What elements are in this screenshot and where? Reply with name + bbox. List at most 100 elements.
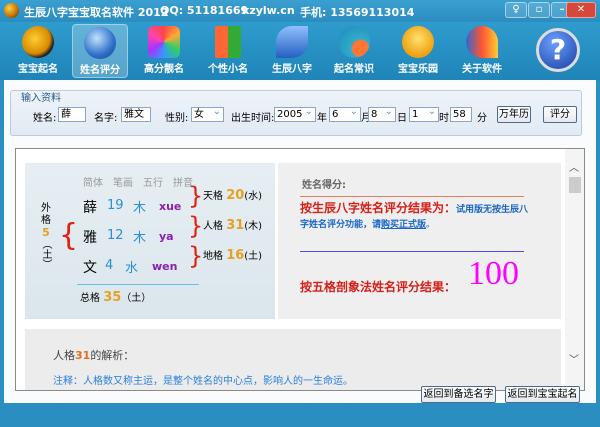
header-element: 五行 [143, 178, 163, 189]
hexagons-icon [148, 26, 180, 58]
element: 水 [125, 261, 139, 276]
zongge-label: 总格 [80, 293, 100, 304]
detail-title-num: 31 [75, 349, 91, 362]
app-title: 生辰八字宝宝取名软件 2012 [24, 6, 169, 19]
restore-button[interactable]: ▫ [528, 2, 550, 18]
score-title: 姓名得分: [302, 180, 346, 191]
tool-about[interactable]: 关于软件 [454, 24, 510, 78]
office-icon [215, 26, 241, 58]
detail-note: 注释：人格数又称主运，是整个姓名的中心点，影响人的一生命运。 [53, 376, 353, 387]
wuge-score: 100 [468, 255, 519, 292]
skin-button[interactable]: ♀ [505, 2, 527, 18]
gender-label: 性别: [165, 113, 189, 124]
bazi-end: 。 [426, 220, 436, 230]
tiange: 天格 20(水) [203, 187, 262, 203]
char: 雅 [83, 230, 97, 246]
divider [77, 284, 199, 285]
waige: 外格 5 （土） [39, 203, 53, 269]
back-to-candidates-button[interactable]: 返回到备选名字 [421, 386, 496, 403]
back-to-naming-button[interactable]: 返回到宝宝起名 [505, 386, 580, 403]
char: 文 [83, 260, 97, 276]
month-select[interactable]: 6 [329, 105, 361, 122]
birth-label: 出生时间: [231, 113, 275, 124]
bazi-label: 按生辰八字姓名评分结果为： [300, 201, 457, 215]
scroll-up-icon[interactable]: ︿ [569, 159, 579, 174]
waige-label: 外格 [41, 203, 51, 226]
detail-title: 人格31的解析： [53, 347, 134, 363]
tool-bazi[interactable]: 生辰八字 [264, 24, 320, 78]
hour-select[interactable]: 1 [409, 105, 439, 122]
app-logo-icon [4, 3, 19, 18]
year-select[interactable]: 2005 [274, 105, 316, 122]
calendar-button[interactable]: 万年历 [497, 106, 531, 123]
vertical-scrollbar[interactable]: ︿ ﹀ [565, 149, 584, 390]
yin-yang-icon [22, 26, 54, 58]
wuge-panel: 简体 笔画 五行 拼音 薛 19 木 xue 雅 12 木 ya 文 4 水 w… [25, 163, 275, 319]
surname-label: 姓名: [33, 113, 57, 124]
surname-input[interactable]: 薛 [58, 107, 86, 122]
zongge-element: （土） [121, 293, 152, 304]
tool-help[interactable]: ? [530, 24, 586, 78]
given-name-input[interactable]: 雅文 [121, 107, 151, 122]
renge: 人格 31(木) [203, 217, 262, 233]
pinyin: wen [152, 260, 178, 273]
minute-input[interactable]: 58 [450, 107, 472, 122]
detail-panel: 人格31的解析： 注释：人格数又称主运，是整个姓名的中心点，影响人的一生命运。 [25, 329, 561, 390]
tool-baby-park[interactable]: 宝宝乐园 [390, 24, 446, 78]
input-group: 输入资料 姓名: 薛 名字: 雅文 性别: 女 出生时间: 2005 年 6 月… [10, 90, 582, 136]
tool-nickname[interactable]: 个性小名 [200, 24, 256, 78]
tool-naming-tips[interactable]: 起名常识 [326, 24, 382, 78]
orb-icon [338, 26, 370, 58]
detail-title-pre: 人格 [53, 349, 75, 362]
tool-high-score[interactable]: 高分靓名 [136, 24, 192, 78]
header-simplified: 简体 [83, 178, 103, 189]
scroll-thumb[interactable] [569, 177, 581, 193]
bazi-result: 按生辰八字姓名评分结果为：试用版无按生辰八字姓名评分功能，请购买正式版。 [300, 201, 530, 232]
day-select[interactable]: 8 [368, 105, 396, 122]
dige: 地格 16(土) [203, 247, 262, 263]
strokes: 4 [105, 258, 114, 273]
zongge-value: 35 [103, 290, 122, 305]
year-unit: 年 [317, 113, 327, 124]
score-button[interactable]: 评分 [543, 106, 577, 123]
close-button[interactable]: ✕ [566, 2, 596, 18]
renge-label: 人格 [203, 221, 223, 232]
title-bar: 生辰八字宝宝取名软件 2012 QQ: 51181669 kzylw.cn 手机… [0, 0, 600, 22]
tool-name-score[interactable]: 姓名评分 [72, 24, 128, 78]
phone-text: 手机: 13569113014 [300, 6, 415, 19]
strokes: 12 [107, 228, 124, 243]
butterfly-icon [466, 26, 498, 58]
waige-value: 5 [42, 226, 50, 239]
element: 木 [133, 201, 147, 216]
tool-baby-naming[interactable]: 宝宝起名 [10, 24, 66, 78]
gender-select[interactable]: 女 [191, 105, 224, 122]
detail-title-post: 的解析： [90, 349, 135, 362]
zongge: 总格 35（土） [80, 289, 151, 305]
globe-icon [84, 27, 116, 59]
divider [300, 251, 524, 252]
pinyin: xue [159, 200, 182, 213]
element: 木 [133, 231, 147, 246]
scroll-down-icon[interactable]: ﹀ [569, 351, 579, 366]
help-icon: ? [536, 28, 580, 72]
dige-element: (土) [244, 251, 263, 262]
score-panel: 姓名得分: 按生辰八字姓名评分结果为：试用版无按生辰八字姓名评分功能，请购买正式… [278, 163, 561, 319]
dige-label: 地格 [203, 251, 223, 262]
tiange-element: (水) [244, 191, 263, 202]
given-label: 名字: [94, 113, 118, 124]
minute-unit: 分 [477, 113, 487, 124]
right-brace-icon: } [188, 182, 204, 210]
char: 薛 [83, 200, 97, 216]
renge-value: 31 [226, 218, 245, 233]
hour-unit: 时 [439, 113, 449, 124]
tiange-label: 天格 [203, 191, 223, 202]
strokes: 19 [107, 198, 124, 213]
tiange-value: 20 [226, 188, 245, 203]
left-brace-icon: { [59, 218, 79, 253]
input-group-title: 输入资料 [21, 93, 61, 104]
buy-link[interactable]: 购买正式版 [381, 220, 426, 230]
result-scroll-area: 简体 笔画 五行 拼音 薛 19 木 xue 雅 12 木 ya 文 4 水 w… [15, 148, 585, 391]
renge-element: (木) [244, 221, 263, 232]
day-unit: 日 [397, 113, 407, 124]
dige-value: 16 [226, 248, 245, 263]
